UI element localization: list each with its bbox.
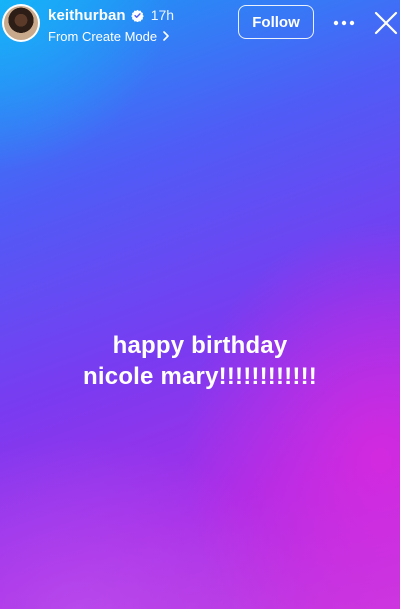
user-info: keithurban 17h From Create Mode: [48, 6, 174, 44]
create-mode-link[interactable]: From Create Mode: [48, 28, 174, 44]
caption-line-1: happy birthday: [112, 332, 288, 359]
timestamp: 17h: [150, 7, 175, 23]
more-horizontal-icon[interactable]: [331, 13, 357, 33]
story-header: keithurban 17h From Create Mode Follow: [0, 0, 400, 50]
chevron-right-icon: [163, 31, 169, 41]
verified-badge-icon: [130, 9, 144, 22]
avatar[interactable]: [2, 4, 40, 42]
username[interactable]: keithurban: [48, 7, 126, 24]
profile-photo: [4, 6, 38, 40]
user-row: keithurban 17h: [48, 6, 174, 24]
follow-button[interactable]: Follow: [238, 5, 314, 39]
story-caption: happy birthday nicole mary!!!!!!!!!!!!: [0, 330, 400, 392]
story-viewer[interactable]: keithurban 17h From Create Mode Follow h…: [0, 0, 400, 609]
caption-line-2: nicole mary!!!!!!!!!!!!: [83, 363, 317, 390]
create-mode-label: From Create Mode: [48, 28, 158, 44]
close-icon[interactable]: [373, 10, 399, 36]
